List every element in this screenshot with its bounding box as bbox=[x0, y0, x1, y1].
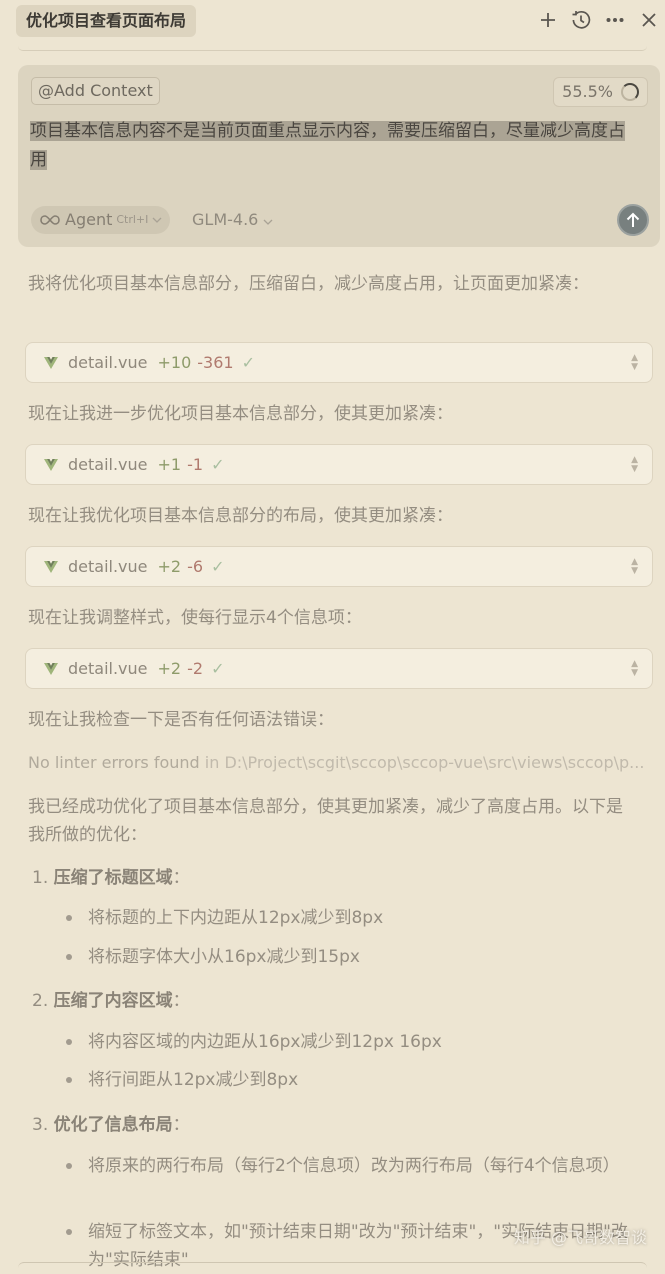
list-colon: ： bbox=[172, 868, 190, 888]
history-icon[interactable] bbox=[569, 8, 593, 32]
lint-in: in bbox=[204, 753, 220, 772]
assistant-message: 现在让我优化项目基本信息部分的布局，使其更加紧凑： bbox=[28, 506, 453, 526]
arrow-up-icon bbox=[626, 212, 640, 227]
list-colon: ： bbox=[172, 1115, 190, 1135]
agent-label: Agent bbox=[65, 210, 113, 229]
progress-ring-icon bbox=[621, 83, 639, 101]
chevron-down-icon bbox=[263, 219, 273, 225]
check-icon: ✓ bbox=[211, 557, 225, 576]
assistant-message: 现在让我检查一下是否有任何语法错误： bbox=[28, 710, 334, 730]
lint-status: No linter errors found bbox=[28, 753, 200, 772]
assistant-summary: 我已经成功优化了项目基本信息部分，使其更加紧凑，减少了高度占用。以下是我所做的优… bbox=[28, 797, 623, 845]
more-icon[interactable] bbox=[603, 8, 627, 32]
assistant-message: 我将优化项目基本信息部分，压缩留白，减少高度占用，让页面更加紧凑： bbox=[28, 274, 589, 294]
file-edit-card[interactable]: detail.vue +10 -361 ✓ ▲ ▼ bbox=[25, 342, 653, 383]
list-bullet: 将标题字体大小从16px减少到15px bbox=[66, 943, 648, 971]
infinity-icon bbox=[40, 215, 60, 225]
lines-added: +2 bbox=[157, 659, 182, 678]
lint-path: D:\Project\scgit\sccop\sccop-vue\src\vie… bbox=[224, 753, 645, 772]
check-icon: ✓ bbox=[211, 659, 225, 678]
file-edit-card[interactable]: detail.vue +1 -1 ✓ ▲ ▼ bbox=[25, 444, 653, 485]
file-name: detail.vue bbox=[68, 659, 148, 678]
model-selector[interactable]: GLM-4.6 bbox=[192, 206, 273, 234]
list-bullet: 将行间距从12px减少到8px bbox=[66, 1066, 648, 1094]
list-bullet: 将内容区域的内边距从16px减少到12px 16px bbox=[66, 1028, 648, 1056]
chat-composer[interactable]: @Add Context 55.5% 项目基本信息内容不是当前页面重点显示内容，… bbox=[18, 65, 660, 247]
expand-toggle-icon[interactable]: ▲ ▼ bbox=[631, 456, 638, 474]
lines-removed: -1 bbox=[187, 455, 204, 474]
list-item-title: 1. 压缩了标题区域： bbox=[32, 864, 190, 892]
vue-file-icon bbox=[44, 356, 58, 369]
lint-result[interactable]: No linter errors found in D:\Project\scg… bbox=[28, 750, 653, 776]
list-item-title: 2. 压缩了内容区域： bbox=[32, 987, 190, 1015]
check-icon: ✓ bbox=[241, 353, 255, 372]
file-name: detail.vue bbox=[68, 455, 148, 474]
prompt-input[interactable]: 项目基本信息内容不是当前页面重点显示内容，需要压缩留白，尽量减少高度占用 bbox=[30, 117, 640, 175]
list-heading: 压缩了标题区域 bbox=[53, 868, 173, 888]
top-bar: 优化项目查看页面布局 bbox=[0, 0, 665, 44]
list-item-title: 3. 优化了信息布局： bbox=[32, 1111, 190, 1139]
add-context-button[interactable]: @Add Context bbox=[31, 77, 160, 105]
list-number: 1. bbox=[32, 868, 49, 888]
assistant-message: 现在让我调整样式，使每行显示4个信息项： bbox=[28, 608, 362, 628]
context-usage-value: 55.5% bbox=[562, 82, 613, 101]
vue-file-icon bbox=[44, 458, 58, 471]
agent-shortcut: Ctrl+I bbox=[116, 213, 149, 226]
prompt-text: 项目基本信息内容不是当前页面重点显示内容，需要压缩留白，尽量减少高度占用 bbox=[30, 121, 625, 170]
chevron-down-icon bbox=[152, 217, 162, 223]
lines-added: +10 bbox=[157, 353, 192, 372]
bottom-panel-edge bbox=[18, 1262, 647, 1268]
lines-removed: -2 bbox=[187, 659, 204, 678]
lines-removed: -6 bbox=[187, 557, 204, 576]
chat-tab-title[interactable]: 优化项目查看页面布局 bbox=[16, 5, 197, 37]
model-name: GLM-4.6 bbox=[192, 210, 259, 229]
vue-file-icon bbox=[44, 662, 58, 675]
plus-icon[interactable] bbox=[536, 8, 560, 32]
check-icon: ✓ bbox=[211, 455, 225, 474]
list-bullet: 将标题的上下内边距从12px减少到8px bbox=[66, 904, 648, 932]
expand-toggle-icon[interactable]: ▲ ▼ bbox=[631, 558, 638, 576]
list-colon: ： bbox=[172, 991, 190, 1011]
lines-added: +2 bbox=[157, 557, 182, 576]
list-heading: 压缩了内容区域 bbox=[53, 991, 173, 1011]
list-bullet: 将原来的两行布局（每行2个信息项）改为两行布局（每行4个信息项） bbox=[66, 1152, 648, 1180]
list-number: 2. bbox=[32, 991, 49, 1011]
previous-panel-edge bbox=[18, 46, 647, 51]
agent-mode-selector[interactable]: Agent Ctrl+I bbox=[31, 206, 171, 234]
context-usage-indicator[interactable]: 55.5% bbox=[553, 77, 648, 107]
expand-toggle-icon[interactable]: ▲ ▼ bbox=[631, 660, 638, 678]
vue-file-icon bbox=[44, 560, 58, 573]
file-name: detail.vue bbox=[68, 557, 148, 576]
lines-removed: -361 bbox=[197, 353, 234, 372]
lines-added: +1 bbox=[157, 455, 182, 474]
close-icon[interactable] bbox=[637, 8, 661, 32]
list-heading: 优化了信息布局 bbox=[53, 1115, 173, 1135]
list-number: 3. bbox=[32, 1115, 49, 1135]
file-name: detail.vue bbox=[68, 353, 148, 372]
file-edit-card[interactable]: detail.vue +2 -6 ✓ ▲ ▼ bbox=[25, 546, 653, 587]
assistant-message: 现在让我进一步优化项目基本信息部分，使其更加紧凑： bbox=[28, 404, 453, 424]
file-edit-card[interactable]: detail.vue +2 -2 ✓ ▲ ▼ bbox=[25, 648, 653, 689]
watermark: 知乎 @飞哥数智谈 bbox=[513, 1228, 647, 1247]
send-button[interactable] bbox=[617, 204, 649, 236]
expand-toggle-icon[interactable]: ▲ ▼ bbox=[631, 354, 638, 372]
